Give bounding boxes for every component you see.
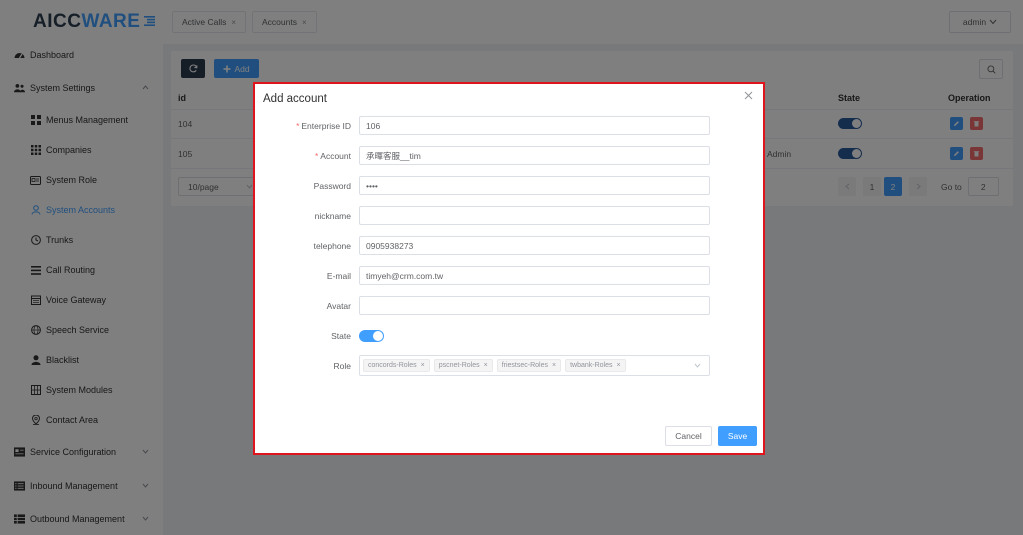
input-value: •••• [366,180,378,191]
account-input[interactable]: 承暉客服__tim [359,146,710,165]
telephone-label: telephone [313,241,351,251]
role-tag: pscnet-Roles × [433,359,493,372]
role-label: Role [333,361,351,371]
email-input[interactable]: timyeh@crm.com.tw [359,266,710,285]
state-switch[interactable] [359,330,384,342]
tag-close-icon[interactable]: × [484,362,488,369]
input-value: 106 [366,120,381,131]
state-label: State [331,331,351,341]
label-text: Account [320,151,351,161]
enterprise-id-input[interactable]: 106 [359,116,710,135]
role-tag-label: twbank-Roles [570,362,613,369]
role-tag-label: pscnet-Roles [438,362,480,369]
label-text: Enterprise ID [301,121,351,131]
cancel-button[interactable]: Cancel [665,426,712,446]
close-icon[interactable] [744,91,753,100]
password-input[interactable]: •••• [359,176,710,195]
add-account-dialog: Add account * Enterprise ID 106 * Account … [253,82,765,455]
password-label: Password [313,181,351,191]
tag-close-icon[interactable]: × [617,362,621,369]
input-value: timyeh@crm.com.tw [366,270,444,281]
telephone-input[interactable]: 0905938273 [359,236,710,255]
chevron-down-icon [694,363,701,368]
input-value: 0905938273 [366,240,414,251]
role-tag: friestsec-Roles × [496,359,562,372]
avatar-label: Avatar [326,301,351,311]
role-tag: twbank-Roles × [565,359,626,372]
nickname-label: nickname [314,211,351,221]
enterprise-id-label: * Enterprise ID [255,121,351,131]
tag-close-icon[interactable]: × [421,362,425,369]
email-label: E-mail [326,271,351,281]
role-select[interactable]: concords-Roles × pscnet-Roles × friestsec-… [359,355,710,376]
input-value: 承暉客服__tim [366,150,421,161]
required-mark: * [296,121,300,131]
role-tag-label: friestsec-Roles [501,362,548,369]
role-tag: concords-Roles × [363,359,430,372]
tag-close-icon[interactable]: × [552,362,556,369]
avatar-input[interactable] [359,296,710,315]
required-mark: * [314,151,319,161]
nickname-input[interactable] [359,206,710,225]
save-button[interactable]: Save [718,426,757,446]
role-tag-label: concords-Roles [368,362,417,369]
account-label: * Account [255,151,351,161]
dialog-title: Add account [263,93,327,105]
